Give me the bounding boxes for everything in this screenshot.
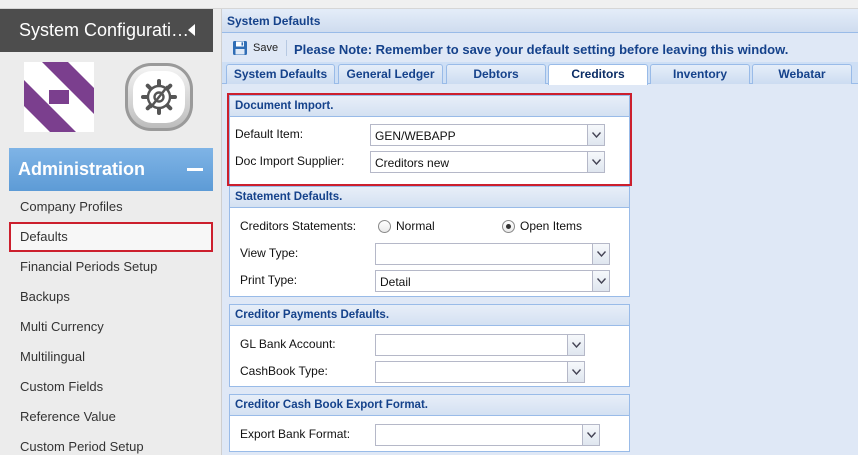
save-reminder-note: Please Note: Remember to save your defau… — [294, 42, 789, 57]
view-type-label: View Type: — [240, 246, 299, 260]
settings-gear-icon[interactable] — [123, 61, 195, 133]
print-type-value: Detail — [380, 275, 411, 289]
sidebar-item-multilingual[interactable]: Multilingual — [9, 342, 213, 372]
panel-title: System Defaults — [227, 14, 321, 28]
view-type-combo[interactable] — [375, 243, 610, 265]
radio-normal-dot[interactable] — [378, 219, 391, 233]
chevron-down-icon[interactable] — [592, 244, 609, 264]
sidebar-item-backups[interactable]: Backups — [9, 282, 213, 312]
print-type-label: Print Type: — [240, 273, 298, 287]
toolbar-separator — [286, 40, 287, 56]
chevron-down-icon[interactable] — [592, 271, 609, 291]
tab-webatar[interactable]: Webatar — [752, 64, 852, 84]
radio-open-items-dot[interactable] — [502, 219, 515, 233]
default-item-combo[interactable]: GEN/WEBAPP — [370, 124, 605, 146]
radio-normal-label: Normal — [396, 219, 435, 233]
statement-defaults-section: Statement Defaults. Creditors Statements… — [229, 186, 630, 297]
sidebar-item-reference-value[interactable]: Reference Value — [9, 402, 213, 432]
sidebar: System Configurati… Administration Compa… — [0, 9, 222, 455]
doc-import-supplier-value: Creditors new — [375, 156, 450, 170]
creditors-statements-label: Creditors Statements: — [240, 219, 357, 233]
tab-system-defaults[interactable]: System Defaults — [226, 64, 335, 84]
administration-section-header[interactable]: Administration — [9, 148, 213, 191]
tab-debtors[interactable]: Debtors — [446, 64, 546, 84]
sidebar-menu: Company Profiles Defaults Financial Peri… — [9, 192, 213, 455]
sidebar-title: System Configurati… — [19, 20, 190, 40]
sidebar-item-defaults[interactable]: Defaults — [9, 222, 213, 252]
save-label: Save — [253, 42, 279, 54]
chevron-down-icon[interactable] — [567, 335, 584, 355]
sidebar-item-financial-periods-setup[interactable]: Financial Periods Setup — [9, 252, 213, 282]
company-logo-icon — [24, 62, 94, 132]
sidebar-logos — [0, 52, 213, 147]
doc-import-supplier-combo[interactable]: Creditors new — [370, 151, 605, 173]
default-item-label: Default Item: — [235, 127, 304, 141]
sidebar-item-company-profiles[interactable]: Company Profiles — [9, 192, 213, 222]
document-import-section: Document Import. Default Item: GEN/WEBAP… — [229, 95, 630, 187]
doc-import-supplier-label: Doc Import Supplier: — [235, 154, 345, 168]
sidebar-item-custom-fields[interactable]: Custom Fields — [9, 372, 213, 402]
gl-bank-account-label: GL Bank Account: — [240, 337, 336, 351]
chevron-down-icon[interactable] — [582, 425, 599, 445]
cashbook-type-combo[interactable] — [375, 361, 585, 383]
creditor-payments-section: Creditor Payments Defaults. GL Bank Acco… — [229, 304, 630, 387]
document-import-header: Document Import. — [230, 96, 629, 117]
radio-open-items-label: Open Items — [520, 219, 583, 233]
creditor-payments-header: Creditor Payments Defaults. — [230, 305, 629, 326]
main-panel: System Defaults Save Please Note: Rememb… — [222, 9, 858, 455]
export-bank-format-label: Export Bank Format: — [240, 427, 351, 441]
chevron-down-icon[interactable] — [587, 125, 604, 145]
toolbar: Save Please Note: Remember to save your … — [222, 34, 858, 62]
collapse-minus-icon[interactable] — [187, 168, 203, 171]
sidebar-item-custom-period-setup[interactable]: Custom Period Setup — [9, 432, 213, 455]
tab-creditors[interactable]: Creditors — [548, 64, 648, 85]
tab-general-ledger[interactable]: General Ledger — [338, 64, 443, 84]
save-button[interactable]: Save — [232, 39, 278, 57]
administration-label: Administration — [18, 159, 146, 179]
cashbook-type-label: CashBook Type: — [240, 364, 328, 378]
cash-book-export-header: Creditor Cash Book Export Format. — [230, 395, 629, 416]
floppy-disk-icon — [233, 41, 247, 55]
radio-normal[interactable]: Normal — [378, 219, 435, 233]
panel-titlebar: System Defaults — [222, 9, 858, 33]
default-item-value: GEN/WEBAPP — [375, 129, 456, 143]
top-strip — [0, 0, 858, 9]
tab-strip: System Defaults General Ledger Debtors C… — [222, 62, 858, 85]
sidebar-header: System Configurati… — [0, 9, 213, 52]
creditors-tab-content: Document Import. Default Item: GEN/WEBAP… — [222, 85, 858, 455]
statement-defaults-header: Statement Defaults. — [230, 187, 629, 208]
collapse-left-icon[interactable] — [188, 24, 195, 36]
tab-inventory[interactable]: Inventory — [650, 64, 750, 84]
chevron-down-icon[interactable] — [587, 152, 604, 172]
print-type-combo[interactable]: Detail — [375, 270, 610, 292]
cash-book-export-section: Creditor Cash Book Export Format. Export… — [229, 394, 630, 452]
chevron-down-icon[interactable] — [567, 362, 584, 382]
radio-open-items[interactable]: Open Items — [502, 219, 582, 233]
gl-bank-account-combo[interactable] — [375, 334, 585, 356]
export-bank-format-combo[interactable] — [375, 424, 600, 446]
sidebar-item-multi-currency[interactable]: Multi Currency — [9, 312, 213, 342]
